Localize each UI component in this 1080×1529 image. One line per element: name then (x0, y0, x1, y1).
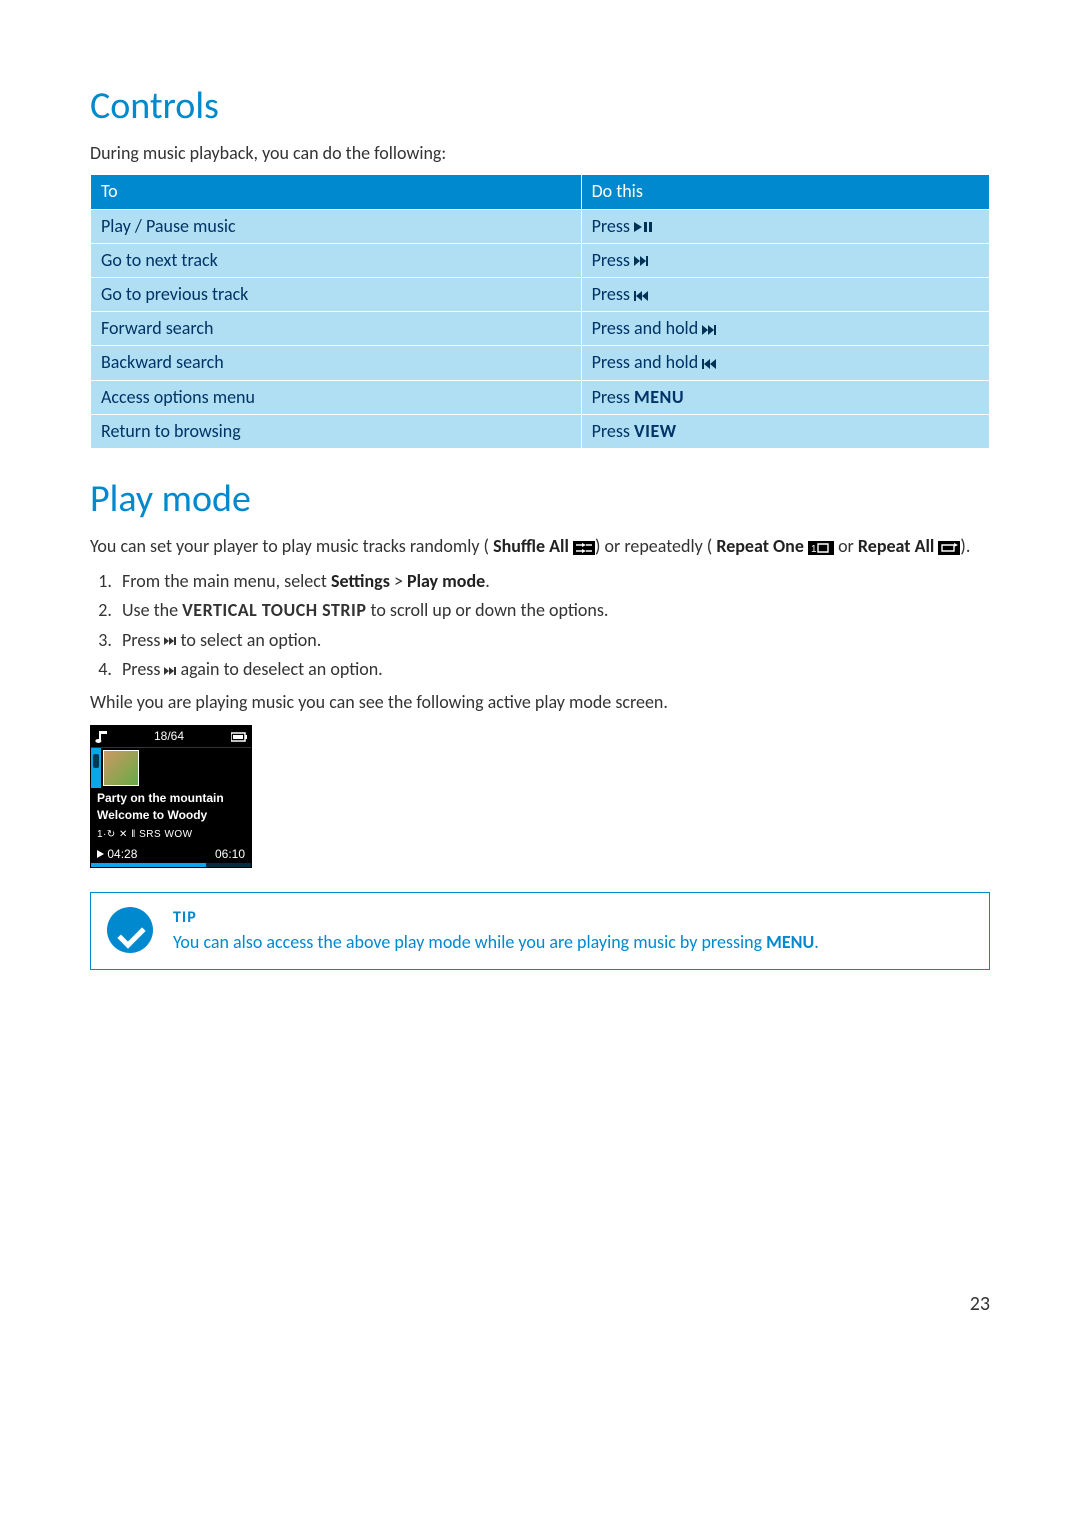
cell-to: Go to previous track (91, 277, 582, 311)
playmode-steps: From the main menu, select Settings > Pl… (90, 569, 990, 682)
next-track-icon (164, 637, 176, 645)
prev-track-icon (702, 359, 716, 369)
cell-action: Press MENU (581, 380, 989, 414)
controls-intro: During music playback, you can do the fo… (90, 141, 990, 166)
playmode-heading: Play mode (90, 473, 990, 526)
table-row: Access options menu Press MENU (91, 380, 990, 414)
progress-bar (91, 863, 251, 867)
controls-th-to: To (91, 175, 582, 209)
player-screen-mock: 18/64 Party on the mountain Welcome to W… (90, 725, 252, 868)
table-row: Return to browsing Press VIEW (91, 414, 990, 448)
repeat-all-label: Repeat All (858, 535, 934, 557)
step-4: Press again to deselect an option. (116, 657, 990, 682)
action-text: Press (592, 420, 634, 442)
page-number: 23 (90, 1290, 990, 1318)
cell-action: Press (581, 209, 989, 243)
table-row: Forward search Press and hold (91, 312, 990, 346)
text-run: ) or repeatedly ( (595, 535, 712, 557)
text-run: You can set your player to play music tr… (90, 535, 489, 557)
play-pause-icon (634, 222, 652, 232)
next-track-icon (164, 667, 176, 675)
menu-keyword: MENU (766, 931, 814, 953)
text-run: > (390, 570, 407, 592)
text-run: You can also access the above play mode … (173, 931, 766, 953)
cell-to: Backward search (91, 346, 582, 380)
active-modes: 1·↻ ✕ ‖ SRS WOW (91, 826, 251, 844)
text-run: or (838, 535, 858, 557)
view-keyword: VIEW (634, 420, 677, 442)
table-row: Go to next track Press (91, 243, 990, 277)
cell-to: Return to browsing (91, 414, 582, 448)
cell-action: Press and hold (581, 346, 989, 380)
text-run: . (485, 570, 490, 592)
text-run: Use the (122, 599, 182, 621)
tip-body: You can also access the above play mode … (173, 930, 819, 955)
action-text: Press (592, 386, 634, 408)
text-run: . (814, 931, 819, 953)
track-subtitle: Welcome to Woody (91, 807, 251, 826)
action-text: Press and hold (592, 351, 703, 373)
repeat-one-label: Repeat One (716, 535, 804, 557)
text-run: to select an option. (176, 629, 321, 651)
playmode-intro-para: You can set your player to play music tr… (90, 534, 990, 559)
cell-action: Press and hold (581, 312, 989, 346)
next-track-icon (702, 325, 716, 335)
text-run: Press (122, 629, 164, 651)
action-text: Press (592, 215, 634, 237)
menu-keyword: MENU (634, 386, 684, 408)
table-row: Play / Pause music Press (91, 209, 990, 243)
repeat-one-icon (808, 541, 834, 555)
step-1: From the main menu, select Settings > Pl… (116, 569, 990, 594)
music-note-icon (95, 731, 107, 743)
text-run: ). (960, 535, 970, 557)
cell-to: Forward search (91, 312, 582, 346)
playmode-para2: While you are playing music you can see … (90, 690, 990, 715)
action-text: Press and hold (592, 317, 703, 339)
table-row: Backward search Press and hold (91, 346, 990, 380)
shuffle-all-label: Shuffle All (493, 535, 569, 557)
text-run: again to deselect an option. (176, 658, 382, 680)
check-icon (107, 907, 153, 953)
action-text: Press (592, 283, 634, 305)
repeat-all-icon (938, 541, 960, 555)
cell-to: Play / Pause music (91, 209, 582, 243)
vertical-touch-strip-keyword: VERTICAL TOUCH STRIP (182, 599, 366, 621)
settings-label: Settings (331, 570, 390, 592)
track-title: Party on the mountain (91, 788, 251, 807)
cell-to: Go to next track (91, 243, 582, 277)
cell-to: Access options menu (91, 380, 582, 414)
step-3: Press to select an option. (116, 628, 990, 653)
next-track-icon (634, 256, 648, 266)
text-run: From the main menu, select (122, 570, 331, 592)
battery-icon (231, 732, 247, 742)
text-run: Press (122, 658, 164, 680)
time-elapsed: 04:28 (97, 846, 137, 863)
time-total: 06:10 (215, 846, 245, 863)
action-text: Press (592, 249, 634, 271)
tip-box: TIP You can also access the above play m… (90, 892, 990, 970)
controls-table: To Do this Play / Pause music Press Go t… (90, 174, 990, 449)
table-row: Go to previous track Press (91, 277, 990, 311)
controls-th-do: Do this (581, 175, 989, 209)
cell-action: Press VIEW (581, 414, 989, 448)
tip-heading: TIP (173, 907, 819, 929)
elapsed-value: 04:28 (107, 847, 137, 861)
step-2: Use the VERTICAL TOUCH STRIP to scroll u… (116, 598, 990, 623)
cell-action: Press (581, 277, 989, 311)
controls-heading: Controls (90, 80, 990, 133)
play-icon (97, 850, 104, 858)
cell-action: Press (581, 243, 989, 277)
album-art (103, 750, 139, 786)
playmode-label: Play mode (407, 570, 485, 592)
text-run: to scroll up or down the options. (366, 599, 608, 621)
track-count: 18/64 (107, 728, 231, 745)
prev-track-icon (634, 291, 648, 301)
shuffle-icon (573, 541, 595, 555)
player-scrollbar (91, 748, 101, 788)
